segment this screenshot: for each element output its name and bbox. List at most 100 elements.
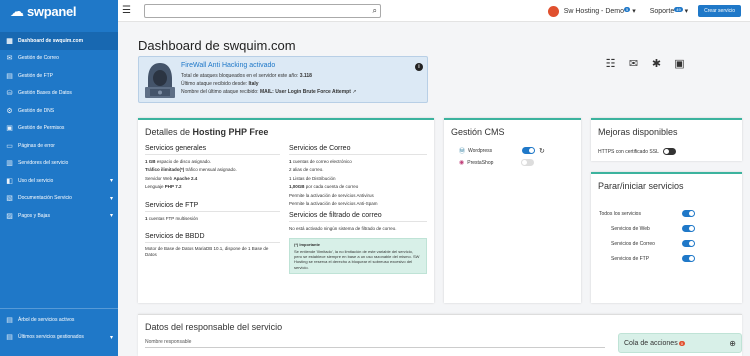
sidebar-item-payments[interactable]: ▨ Pagos y Bajas ▾: [0, 207, 118, 225]
plan-feature-line: 2 alias de correo.: [289, 167, 324, 173]
refresh-icon[interactable]: ↻: [539, 147, 545, 155]
sidebar-item-mail[interactable]: ✉ Gestión de Correo: [0, 50, 118, 68]
ssl-row: HTTPS con certificado SSL: [598, 148, 676, 155]
sidebar-item-services[interactable]: ▥ Servidores del servicio: [0, 155, 118, 173]
general-services-heading: Servicios generales: [145, 144, 280, 155]
brand-logo[interactable]: ☁ swpanel: [0, 0, 118, 22]
error-pages-icon: ▭: [6, 142, 13, 150]
sidebar-nav: ▦ Dashboard de swquim.com ✉ Gestión de Corr…: [0, 32, 118, 225]
chevron-down-icon: ▾: [109, 195, 113, 202]
mail-icon: ✉: [6, 55, 13, 63]
action-queue[interactable]: Cola de acciones 0 ⊕: [618, 333, 742, 353]
cms-row-prestashop: ◉ PrestaShop: [459, 159, 535, 166]
sidebar-item-dashboard[interactable]: ▦ Dashboard de swquim.com: [0, 32, 118, 50]
toolbar-icons: ☷ ✉ ✱ ▣: [604, 58, 686, 71]
brand-name: swpanel: [27, 3, 77, 19]
firewall-last-attack: Nombre del último ataque recibido: MAIL:…: [181, 89, 357, 95]
menu-icon[interactable]: ☰: [122, 5, 131, 16]
sidebar-item-label: Últimos servicios gestionados: [18, 334, 84, 341]
service-label: Servicios de Web: [611, 226, 650, 232]
service-toggle[interactable]: [682, 225, 695, 232]
all-services-toggle[interactable]: [682, 210, 695, 217]
queue-badge: 0: [678, 340, 685, 346]
account-badge: 5: [624, 7, 631, 12]
sidebar-item-label: Pagos y Bajas: [18, 212, 50, 219]
expand-icon[interactable]: ⊕: [729, 339, 736, 348]
tree-icon: ▤: [6, 316, 13, 324]
firewall-alert: FireWall Anti Hacking activado Total de …: [138, 56, 428, 103]
services-card: Parar/iniciar servicios Todos los servic…: [591, 172, 742, 303]
cms-row-wordpress: Ⓦ Wordpress ↻: [459, 147, 545, 155]
plan-feature-line: 1 Listas de Distribución: [289, 175, 336, 181]
certificate-icon[interactable]: ▣: [673, 58, 686, 71]
ssl-toggle[interactable]: [662, 148, 676, 155]
history-icon: ▤: [6, 334, 13, 342]
sidebar-item-label: Gestión de DNS: [18, 107, 55, 114]
responsible-name-label: Nombre responsable: [145, 339, 192, 345]
search-icon[interactable]: ⌕: [373, 6, 377, 16]
mail-filter-heading: Servicios de filtrado de correo: [289, 211, 427, 223]
logo-icon: ☁: [10, 3, 24, 19]
bug-icon[interactable]: ✱: [650, 58, 663, 71]
plan-feature-line: 1 GB espacio de disco asignado.: [145, 159, 212, 164]
sidebar-item-dns[interactable]: ⚙ Gestión de DNS: [0, 102, 118, 120]
sidebar: ☁ swpanel ▦ Dashboard de swquim.com ✉ Gesti…: [0, 0, 118, 356]
info-icon[interactable]: i: [415, 63, 423, 71]
app-root: { "brand":{"name":"swpanel"}, "sidebar":…: [0, 0, 750, 356]
service-label: Servicios de FTP: [611, 256, 650, 262]
mail-search-icon[interactable]: ✉: [627, 58, 640, 71]
responsible-name-field[interactable]: [145, 347, 605, 348]
firewall-title: FireWall Anti Hacking activado: [181, 62, 276, 69]
plan-feature-line: Lenguaje PHP 7.2: [145, 184, 182, 190]
services-icon: ▥: [6, 160, 13, 168]
account-switcher[interactable]: Sw Hosting - Demo 5 ▾: [564, 7, 636, 15]
chevron-down-icon: ▾: [109, 213, 113, 220]
sidebar-item-ftp[interactable]: ▤ Gestión de FTP: [0, 67, 118, 85]
sidebar-item-docs[interactable]: ▧ Documentación Servicio ▾: [0, 190, 118, 208]
create-service-button[interactable]: Crear servicio: [698, 5, 741, 17]
firewall-last-origin: Último ataque recibido desde: Italy: [181, 81, 259, 87]
sidebar-item-label: Gestión Bases de Datos: [18, 90, 72, 97]
sidebar-item-tree[interactable]: ▤ Árbol de servicios activos: [0, 311, 118, 329]
settings-sliders-icon[interactable]: ☷: [604, 58, 617, 71]
plan-feature-line: Servidor Web Apache 2.4: [145, 175, 198, 181]
plan-feature-line: Permite la activación de servicios Anti-…: [289, 201, 378, 207]
cms-toggle[interactable]: [521, 159, 535, 166]
responsible-title: Datos del responsable del servicio: [145, 322, 283, 332]
search-input[interactable]: ⌕: [144, 3, 381, 18]
sidebar-item-error-pages[interactable]: ▭ Páginas de error: [0, 137, 118, 155]
sidebar-item-label: Gestión de FTP: [18, 72, 54, 79]
sidebar-item-permissions[interactable]: ▣ Gestión de Permisos: [0, 120, 118, 138]
sidebar-item-database[interactable]: ⛁ Gestión Bases de Datos: [0, 85, 118, 103]
chevron-down-icon: ▾: [684, 8, 689, 15]
wordpress-icon: Ⓦ: [459, 149, 466, 155]
sidebar-item-label: Gestión de Correo: [18, 55, 59, 62]
service-toggle[interactable]: [682, 255, 695, 262]
plan-details-title: Detalles de Hosting PHP Free: [145, 127, 269, 137]
topbar-right: Sw Hosting - Demo 5 ▾ Soporte 49 ▾ Crear s…: [547, 0, 750, 22]
support-badge: 49: [674, 7, 683, 12]
topbar: ☰ ⌕ Sw Hosting - Demo 5 ▾ Soporte 49 ▾ Cre…: [118, 0, 750, 22]
sidebar-item-label: Árbol de servicios activos: [18, 316, 75, 323]
sidebar-item-history[interactable]: ▤ Últimos servicios gestionados ▾: [0, 329, 118, 347]
sidebar-item-label: Uso del servicio: [18, 177, 54, 184]
support-menu[interactable]: Soporte 49 ▾: [650, 7, 688, 15]
all-services-label: Todos los servicios: [599, 211, 641, 217]
plan-feature-line: 1 cuentas de correo electrónico: [289, 159, 352, 164]
db-services-heading: Servicios de BBDD: [145, 232, 280, 244]
prestashop-icon: ◉: [459, 160, 465, 166]
cms-toggle[interactable]: [522, 147, 536, 154]
mail-filter-text: No está activado ningún sistema de filtr…: [289, 226, 397, 232]
improvements-card: Mejoras disponibles HTTPS con certificad…: [591, 118, 742, 161]
plan-details-card: Detalles de Hosting PHP Free Servicios g…: [138, 118, 434, 303]
external-link-icon[interactable]: ↗: [352, 89, 356, 95]
chevron-down-icon: ▾: [109, 178, 113, 185]
permissions-icon: ▣: [6, 125, 13, 133]
db-description: Motor de Base de Datos MariaDB 10.1, dis…: [145, 246, 269, 258]
plan-right-column: Servicios de Correo 1 cuentas de correo …: [289, 144, 427, 274]
sidebar-item-web[interactable]: ◧ Uso del servicio ▾: [0, 172, 118, 190]
service-toggle[interactable]: [682, 240, 695, 247]
sidebar-item-label: Documentación Servicio: [18, 195, 72, 202]
account-avatar[interactable]: [547, 5, 559, 17]
sidebar-item-label: Servidores del servicio: [18, 160, 69, 167]
